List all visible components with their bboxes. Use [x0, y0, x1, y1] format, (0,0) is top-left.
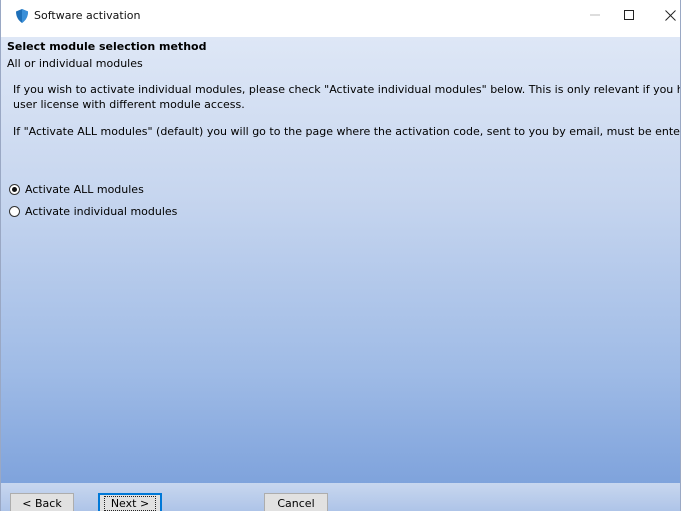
activation-dialog: Software activation Select module select… — [0, 0, 681, 511]
page-heading: Select module selection method — [7, 40, 207, 53]
maximize-icon — [624, 10, 634, 20]
radio-label-individual[interactable]: Activate individual modules — [25, 205, 177, 218]
next-button-label[interactable]: Next > — [103, 495, 157, 511]
close-icon — [664, 9, 676, 21]
window-title: Software activation — [34, 9, 141, 22]
radio-button-unchecked[interactable] — [9, 206, 20, 217]
next-button[interactable]: Next > — [98, 493, 162, 511]
minimize-icon — [590, 14, 600, 16]
page-subheading: All or individual modules — [7, 57, 143, 70]
info-paragraph-line: If you wish to activate individual modul… — [13, 83, 680, 96]
info-paragraph-all: If "Activate ALL modules" (default) you … — [13, 125, 680, 138]
info-paragraph-line: user license with different module acces… — [13, 98, 245, 111]
button-bar: < Back Next > Cancel — [1, 483, 680, 511]
close-button[interactable] — [647, 0, 680, 30]
info-paragraph-individual: If you wish to activate individual modul… — [13, 82, 680, 112]
radio-label-all[interactable]: Activate ALL modules — [25, 183, 144, 196]
cancel-button[interactable]: Cancel — [264, 493, 328, 511]
app-shield-icon — [16, 9, 28, 23]
title-bar[interactable]: Software activation — [1, 0, 680, 30]
radio-button-checked[interactable] — [9, 184, 20, 195]
radio-activate-all[interactable]: Activate ALL modules — [9, 183, 144, 196]
back-button[interactable]: < Back — [10, 493, 74, 511]
wizard-content: Select module selection method All or in… — [1, 37, 680, 483]
radio-activate-individual[interactable]: Activate individual modules — [9, 205, 177, 218]
maximize-button[interactable] — [606, 0, 652, 30]
